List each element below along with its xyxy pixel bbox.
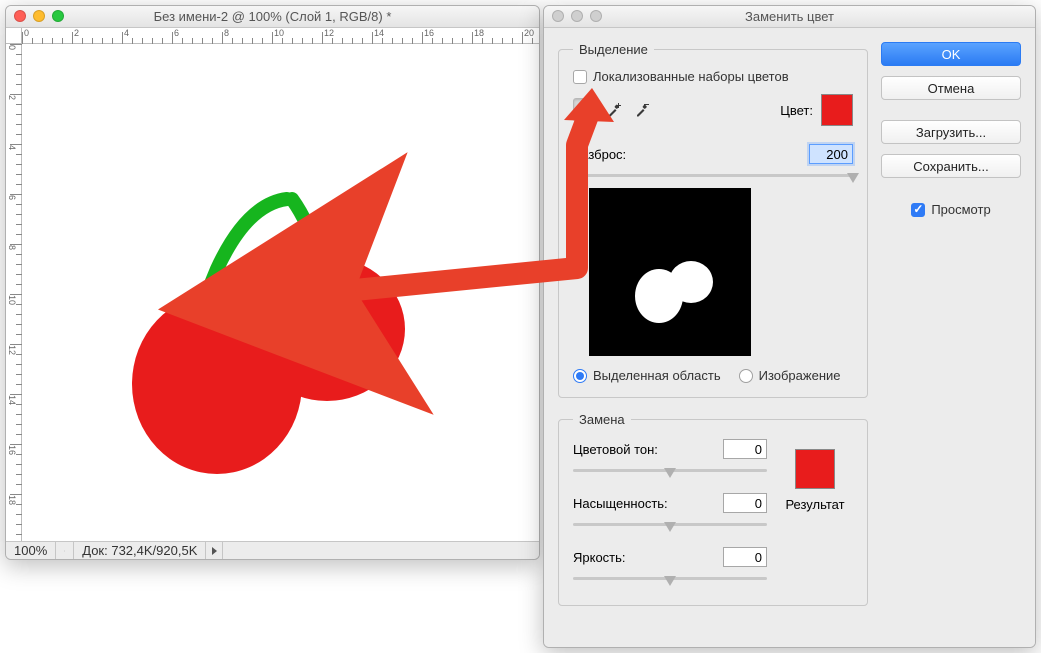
ok-button[interactable]: OK [881, 42, 1021, 66]
radio-image-row[interactable]: Изображение [739, 368, 841, 383]
selection-group: Выделение Локализованные наборы цветов [558, 42, 868, 398]
color-swatch[interactable] [821, 94, 853, 126]
status-icon[interactable] [56, 542, 74, 559]
eyedropper-button[interactable] [573, 98, 599, 122]
light-label: Яркость: [573, 550, 626, 565]
preview-row[interactable]: Просмотр [881, 202, 1021, 217]
hue-slider[interactable] [573, 461, 767, 479]
eyedropper-minus-button[interactable] [629, 98, 655, 122]
result-label: Результат [779, 497, 851, 512]
hue-label: Цветовой тон: [573, 442, 658, 457]
dlg-titlebar: Заменить цвет [544, 6, 1035, 28]
doc-body: 02468101214161820 02468101214161820 [6, 28, 539, 541]
sat-input[interactable] [723, 493, 767, 513]
canvas[interactable] [22, 44, 539, 541]
minimize-icon [571, 10, 583, 22]
traffic-lights [14, 10, 64, 22]
preview-checkbox[interactable] [911, 203, 925, 217]
ruler-left: 02468101214161820 [6, 44, 22, 541]
radio-selection-label: Выделенная область [593, 368, 721, 383]
localized-checkbox[interactable] [573, 70, 587, 84]
hue-input[interactable] [723, 439, 767, 459]
radio-image[interactable] [739, 369, 753, 383]
light-input[interactable] [723, 547, 767, 567]
sat-slider[interactable] [573, 515, 767, 533]
replace-legend: Замена [573, 412, 631, 427]
ruler-top: 02468101214161820 [22, 28, 539, 44]
doc-titlebar: Без имени-2 @ 100% (Слой 1, RGB/8) * [6, 6, 539, 28]
cancel-button[interactable]: Отмена [881, 76, 1021, 100]
dlg-body: Выделение Локализованные наборы цветов [544, 28, 1035, 647]
selection-legend: Выделение [573, 42, 654, 57]
localized-row[interactable]: Локализованные наборы цветов [573, 69, 853, 84]
ruler-corner [6, 28, 22, 44]
minimize-icon[interactable] [33, 10, 45, 22]
dlg-traffic [552, 10, 602, 22]
dlg-title: Заменить цвет [745, 9, 834, 24]
zoom-icon[interactable] [52, 10, 64, 22]
radio-selection-row[interactable]: Выделенная область [573, 368, 721, 383]
selection-preview[interactable] [589, 188, 751, 356]
radio-selection[interactable] [573, 369, 587, 383]
replace-color-dialog: Заменить цвет Выделение Локализованные н… [543, 5, 1036, 648]
save-button[interactable]: Сохранить... [881, 154, 1021, 178]
sat-label: Насыщенность: [573, 496, 668, 511]
light-slider[interactable] [573, 569, 767, 587]
zoom-level[interactable]: 100% [6, 542, 56, 559]
zoom-icon [590, 10, 602, 22]
color-label: Цвет: [780, 103, 813, 118]
dialog-buttons: OK Отмена Загрузить... Сохранить... Прос… [881, 42, 1021, 227]
result-swatch[interactable] [795, 449, 835, 489]
load-button[interactable]: Загрузить... [881, 120, 1021, 144]
status-menu-arrow[interactable] [206, 542, 223, 559]
eyedropper-toolbar [573, 98, 655, 122]
fuzziness-label: Разброс: [573, 147, 626, 162]
doc-statusbar: 100% Док: 732,4K/920,5K [6, 541, 539, 559]
document-window: Без имени-2 @ 100% (Слой 1, RGB/8) * 024… [5, 5, 540, 560]
doc-title: Без имени-2 @ 100% (Слой 1, RGB/8) * [154, 9, 392, 24]
preview-label: Просмотр [931, 202, 990, 217]
localized-label: Локализованные наборы цветов [593, 69, 789, 84]
cherry-image [22, 44, 539, 541]
fuzziness-input[interactable] [809, 144, 853, 164]
eyedropper-plus-button[interactable] [601, 98, 627, 122]
result-column: Результат [779, 449, 851, 512]
close-icon[interactable] [14, 10, 26, 22]
close-icon[interactable] [552, 10, 564, 22]
doc-size: Док: 732,4K/920,5K [74, 542, 206, 559]
replace-group: Замена Цветовой тон: Насыщенность: Яркос… [558, 412, 868, 606]
radio-image-label: Изображение [759, 368, 841, 383]
fuzziness-slider[interactable] [573, 166, 853, 184]
